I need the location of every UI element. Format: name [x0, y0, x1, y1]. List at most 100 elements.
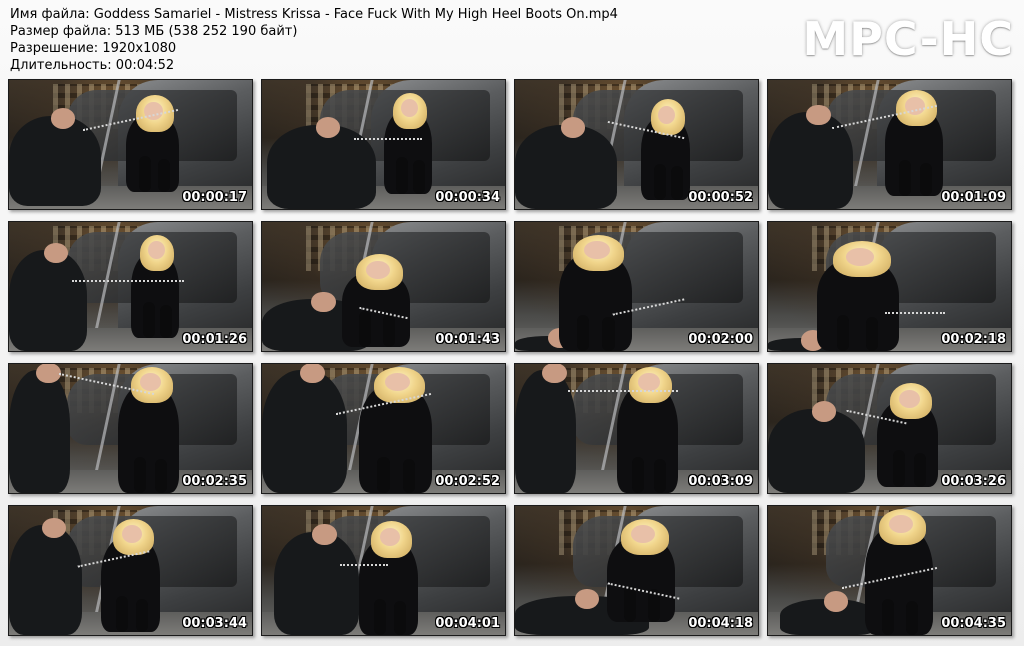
- thumbnail-timecode: 00:04:18: [688, 616, 753, 631]
- man-head: [806, 104, 831, 126]
- thumbnail-timecode: 00:02:00: [688, 332, 753, 347]
- thumbnail-timecode: 00:04:01: [435, 616, 500, 631]
- video-thumbnail[interactable]: 00:04:35: [767, 505, 1012, 636]
- man-figure: [9, 525, 82, 635]
- woman-face: [147, 241, 165, 260]
- man-figure: [768, 409, 866, 493]
- woman-face: [638, 373, 660, 392]
- thumbnail-timecode: 00:03:44: [182, 616, 247, 631]
- chain-leash: [568, 389, 678, 392]
- duration-line: Длительность: 00:04:52: [10, 58, 175, 73]
- man-head: [542, 364, 567, 384]
- thumbnail-timecode: 00:00:17: [182, 190, 247, 205]
- man-head: [823, 591, 849, 612]
- man-figure: [262, 370, 348, 493]
- woman-boot: [670, 166, 683, 200]
- thumbnail-timecode: 00:03:09: [688, 474, 753, 489]
- thumbnail-grid: 00:00:17 00:00:34 00:00:52 00:01:09 00:01:26…: [8, 79, 1018, 639]
- woman-boot: [576, 314, 590, 351]
- man-figure: [515, 370, 576, 493]
- woman-face: [898, 389, 920, 408]
- video-thumbnail[interactable]: 00:03:09: [514, 363, 759, 494]
- chain-leash: [339, 564, 389, 567]
- woman-boot: [395, 157, 408, 194]
- man-head: [36, 364, 61, 384]
- woman-face: [384, 373, 411, 392]
- thumbnail-timecode: 00:02:18: [941, 332, 1006, 347]
- thumbnail-timecode: 00:02:52: [435, 474, 500, 489]
- woman-boot: [632, 456, 645, 493]
- woman-face: [366, 260, 390, 279]
- man-head: [312, 524, 337, 545]
- chain-leash: [884, 312, 946, 315]
- woman-face: [139, 373, 161, 392]
- thumbnail-timecode: 00:01:43: [435, 332, 500, 347]
- video-thumbnail[interactable]: 00:01:43: [261, 221, 506, 352]
- file-size-line: Размер файла: 513 МБ (538 252 190 байт): [10, 24, 298, 39]
- man-head: [311, 291, 336, 313]
- woman-face: [889, 515, 913, 534]
- woman-boot: [142, 301, 155, 339]
- man-head: [50, 108, 75, 129]
- chain-leash: [354, 138, 423, 141]
- man-head: [300, 364, 325, 384]
- woman-boot: [653, 163, 666, 200]
- woman-boot: [899, 159, 912, 197]
- woman-boot: [412, 159, 425, 194]
- thumbnail-timecode: 00:01:26: [182, 332, 247, 347]
- woman-boot: [837, 314, 850, 351]
- video-thumbnail[interactable]: 00:02:00: [514, 221, 759, 352]
- video-thumbnail[interactable]: 00:04:01: [261, 505, 506, 636]
- woman-boot: [383, 313, 396, 348]
- video-thumbnail[interactable]: 00:04:18: [514, 505, 759, 636]
- video-thumbnail[interactable]: 00:00:17: [8, 79, 253, 210]
- man-figure: [9, 370, 70, 493]
- thumbnail-timecode: 00:00:52: [688, 190, 753, 205]
- video-thumbnail[interactable]: 00:00:52: [514, 79, 759, 210]
- woman-boot: [373, 598, 386, 635]
- man-figure: [515, 125, 618, 209]
- file-info: Имя файла: Goddess Samariel - Mistress K…: [10, 6, 618, 74]
- video-thumbnail[interactable]: 00:02:18: [767, 221, 1012, 352]
- video-thumbnail[interactable]: 00:02:52: [261, 363, 506, 494]
- woman-boot: [133, 456, 146, 493]
- video-thumbnail[interactable]: 00:01:09: [767, 79, 1012, 210]
- video-thumbnail[interactable]: 00:03:26: [767, 363, 1012, 494]
- woman-face: [379, 527, 401, 546]
- woman-boot: [624, 585, 637, 623]
- woman-boot: [653, 459, 666, 493]
- thumbnail-timecode: 00:00:34: [435, 190, 500, 205]
- woman-boot: [913, 453, 926, 487]
- thumbnail-timecode: 00:03:26: [941, 474, 1006, 489]
- woman-boot: [394, 601, 407, 635]
- mpc-hc-logo: MPC-HC: [802, 12, 1014, 66]
- man-figure: [274, 531, 360, 635]
- woman-boot: [882, 598, 895, 635]
- woman-boot: [115, 596, 129, 633]
- man-head: [560, 117, 586, 139]
- video-thumbnail[interactable]: 00:03:44: [8, 505, 253, 636]
- woman-boot: [866, 317, 879, 351]
- video-thumbnail[interactable]: 00:00:34: [261, 79, 506, 210]
- woman-face: [400, 99, 418, 118]
- chain-leash: [72, 280, 184, 283]
- man-head: [41, 517, 67, 539]
- woman-boot: [154, 459, 167, 493]
- woman-boot: [892, 450, 905, 487]
- thumbnail-timecode: 00:01:09: [941, 190, 1006, 205]
- woman-boot: [359, 311, 372, 348]
- woman-boot: [402, 459, 416, 493]
- woman-boot: [906, 601, 919, 635]
- file-name-line: Имя файла: Goddess Samariel - Mistress K…: [10, 7, 618, 22]
- woman-boot: [136, 598, 149, 633]
- video-thumbnail[interactable]: 00:02:35: [8, 363, 253, 494]
- video-thumbnail[interactable]: 00:01:26: [8, 221, 253, 352]
- resolution-line: Разрешение: 1920x1080: [10, 41, 177, 56]
- woman-boot: [159, 304, 172, 339]
- thumbnail-timecode: 00:02:35: [182, 474, 247, 489]
- woman-boot: [139, 156, 152, 193]
- man-figure: [9, 250, 87, 351]
- woman-face: [845, 247, 875, 266]
- woman-boot: [919, 162, 932, 197]
- thumbnail-timecode: 00:04:35: [941, 616, 1006, 631]
